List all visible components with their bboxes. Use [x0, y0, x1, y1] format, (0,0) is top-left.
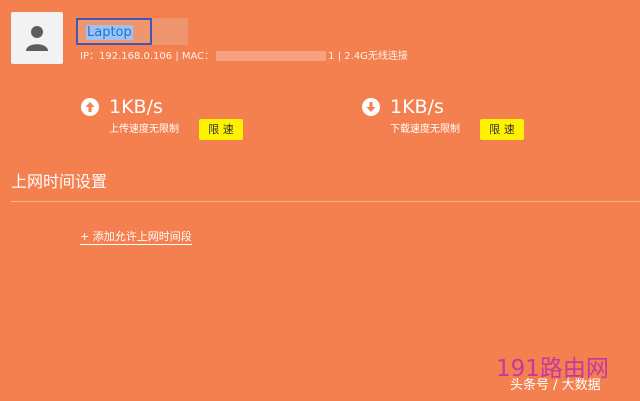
ip-label: IP： — [80, 51, 99, 62]
source-watermark: 头条号 / 大数据 — [510, 378, 601, 393]
upload-speed-label: 上传速度无限制 — [109, 124, 179, 135]
info-separator: | — [172, 51, 182, 62]
device-name-highlight: Laptop — [76, 18, 152, 45]
user-icon — [26, 26, 48, 51]
device-name[interactable]: Laptop — [86, 25, 133, 40]
ip-address: 192.168.0.106 — [98, 51, 173, 62]
upload-speed-value: 1KB/s — [109, 96, 163, 118]
section-divider — [11, 201, 640, 202]
mac-label: MAC： — [181, 51, 215, 62]
device-info: IP：192.168.0.106 | MAC： 1 | 2.4G无线连接 — [80, 50, 408, 64]
device-name-field[interactable]: Laptop — [76, 18, 188, 45]
connection-type: 2.4G无线连接 — [344, 51, 408, 62]
info-separator: | — [334, 51, 345, 62]
arrow-up-circle-icon — [81, 98, 99, 116]
schedule-section-title: 上网时间设置 — [11, 172, 108, 191]
download-speed-value: 1KB/s — [390, 96, 444, 118]
add-schedule-link[interactable]: + 添加允许上网时间段 — [80, 230, 192, 245]
device-avatar — [11, 12, 63, 64]
upload-limit-button[interactable]: 限 速 — [199, 119, 243, 140]
arrow-down-circle-icon — [362, 98, 380, 116]
mac-address-redacted — [216, 51, 327, 61]
download-limit-button[interactable]: 限 速 — [480, 119, 524, 140]
download-speed-label: 下载速度无限制 — [390, 124, 460, 135]
